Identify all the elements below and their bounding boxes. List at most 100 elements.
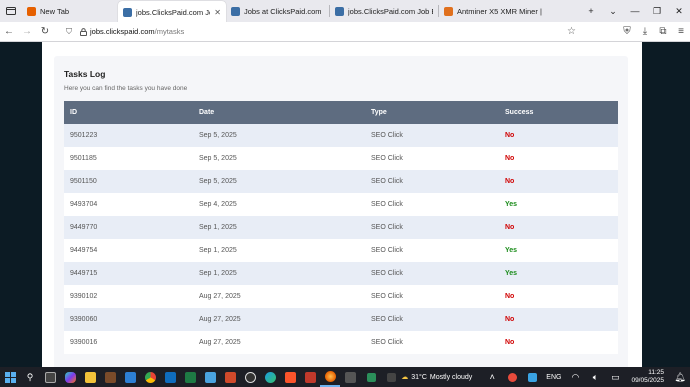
task-view-button[interactable] xyxy=(40,367,60,387)
list-all-tabs-button[interactable]: ⌄ xyxy=(602,0,624,22)
cell-success: No xyxy=(505,132,515,139)
tray-app-button-4[interactable] xyxy=(522,367,542,387)
globe-icon xyxy=(335,6,344,16)
new-tab-button[interactable]: + xyxy=(580,0,602,22)
globe-icon xyxy=(231,6,240,16)
tray-overflow-button[interactable]: ˄ xyxy=(482,367,502,387)
battery-icon: ▭ xyxy=(611,371,620,382)
page-viewport: Tasks Log Here you can find the tasks yo… xyxy=(0,42,690,367)
folder-icon xyxy=(84,371,96,383)
tray-app-icon xyxy=(366,372,376,382)
minimize-button[interactable]: — xyxy=(624,0,646,22)
table-row: 9390016 Aug 27, 2025 SEO Click No xyxy=(64,331,618,354)
network-button[interactable]: ◠ xyxy=(565,367,585,387)
bookmark-star-icon[interactable]: ☆ xyxy=(567,26,576,37)
app-button-3[interactable] xyxy=(240,367,260,387)
excel-button[interactable] xyxy=(180,367,200,387)
brave-button[interactable] xyxy=(280,367,300,387)
clock[interactable]: 11:25 09/05/2025 xyxy=(631,369,664,385)
back-button[interactable]: ← xyxy=(0,23,18,41)
tab-overview-icon xyxy=(6,7,16,15)
copilot-button[interactable] xyxy=(60,367,80,387)
reload-icon: ↻ xyxy=(40,26,50,37)
tab-label: jobs.ClicksPaid.com Job Extension xyxy=(348,6,433,16)
weather-widget[interactable]: ☁ 31°C Mostly cloudy xyxy=(401,373,472,382)
chrome-button[interactable] xyxy=(140,367,160,387)
cell-success: Yes xyxy=(505,201,518,208)
taskbar: ⚲ ☁ 31°C Mostly cloudy ˄ ENG ◠ 🔈︎ ▭ 11:2… xyxy=(0,367,690,387)
tab-new-tab[interactable]: New Tab xyxy=(22,1,118,21)
cell-success: No xyxy=(505,155,515,162)
tab-label: Jobs at ClicksPaid.com xyxy=(244,6,322,16)
table-row: 9501150 Sep 5, 2025 SEO Click No xyxy=(64,170,618,193)
forward-button[interactable]: → xyxy=(18,23,36,41)
maximize-button[interactable]: ❐ xyxy=(646,0,668,22)
cell-date: Sep 1, 2025 xyxy=(199,270,237,277)
start-button[interactable] xyxy=(0,367,20,387)
firefox-icon xyxy=(27,6,36,16)
search-button[interactable]: ⚲ xyxy=(20,367,40,387)
outlook-button[interactable] xyxy=(160,367,180,387)
reload-button[interactable]: ↻ xyxy=(36,23,54,41)
windows-logo-icon xyxy=(4,371,16,383)
app-button-5[interactable] xyxy=(340,367,360,387)
tab-overview-button[interactable] xyxy=(0,0,22,22)
app-button-4[interactable] xyxy=(300,367,320,387)
cell-type: SEO Click xyxy=(371,316,403,323)
photos-button[interactable] xyxy=(200,367,220,387)
cell-type: SEO Click xyxy=(371,178,403,185)
close-window-button[interactable]: ✕ xyxy=(668,0,690,22)
app-button-2[interactable] xyxy=(220,367,240,387)
tray-app-button-2[interactable] xyxy=(381,367,401,387)
app-icon xyxy=(344,371,356,383)
url-bar[interactable]: ⛉ jobs.clickspaid.com/mytasks xyxy=(62,24,532,40)
cell-date: Sep 1, 2025 xyxy=(199,224,237,231)
tab-jobs-at-clickspaid[interactable]: Jobs at ClicksPaid.com xyxy=(226,1,329,21)
cell-type: SEO Click xyxy=(371,270,403,277)
cell-type: SEO Click xyxy=(371,247,403,254)
table-row: 9501185 Sep 5, 2025 SEO Click No xyxy=(64,147,618,170)
notifications-button[interactable]: 🔔︎ xyxy=(670,367,690,387)
firefox-taskbar-button[interactable] xyxy=(320,367,340,387)
file-explorer-button[interactable] xyxy=(80,367,100,387)
page-subtitle: Here you can find the tasks you have don… xyxy=(64,85,188,92)
pocket-button[interactable]: ⛨ xyxy=(618,23,636,41)
tab-antminer[interactable]: Antminer X5 XMR Miner | No xyxy=(439,1,547,21)
cell-success: Yes xyxy=(505,247,518,254)
downloads-button[interactable]: ⤓ xyxy=(636,23,654,41)
copilot-icon xyxy=(64,371,76,383)
app-icon xyxy=(304,371,316,383)
cell-id: 9501150 xyxy=(70,178,97,185)
tray-app-icon xyxy=(507,372,517,382)
cell-id: 9449715 xyxy=(70,270,98,277)
extensions-button[interactable]: ⧉ xyxy=(654,23,672,41)
tab-jobs-panel[interactable]: jobs.ClicksPaid.com Jobs Panel ✕ xyxy=(118,1,226,23)
antminer-icon xyxy=(444,6,453,16)
chrome-icon xyxy=(144,371,156,383)
tasks-log-card: Tasks Log Here you can find the tasks yo… xyxy=(54,56,628,367)
brave-icon xyxy=(284,371,296,383)
store-button[interactable] xyxy=(120,367,140,387)
tracking-shield-icon: ⛉ xyxy=(66,26,72,36)
tab-label: Antminer X5 XMR Miner | No xyxy=(457,6,542,16)
tray-app-button[interactable] xyxy=(361,367,381,387)
menu-button[interactable]: ≡ xyxy=(672,23,690,41)
left-dark-panel xyxy=(0,42,42,367)
edge-button[interactable] xyxy=(260,367,280,387)
battery-button[interactable]: ▭ xyxy=(605,367,625,387)
url-host: jobs.clickspaid.com xyxy=(90,27,155,36)
volume-button[interactable]: 🔈︎ xyxy=(585,367,605,387)
cell-id: 9493704 xyxy=(70,201,98,208)
tray-app-button-3[interactable] xyxy=(502,367,522,387)
tab-job-extension[interactable]: jobs.ClicksPaid.com Job Extension xyxy=(330,1,438,21)
close-tab-icon[interactable]: ✕ xyxy=(210,8,221,17)
app-button[interactable] xyxy=(100,367,120,387)
excel-icon xyxy=(184,371,196,383)
language-indicator[interactable]: ENG xyxy=(546,374,561,381)
cloud-sun-icon: ☁ xyxy=(401,374,409,381)
minimize-icon: — xyxy=(630,6,640,16)
cell-id: 9449770 xyxy=(70,224,98,231)
task-view-icon xyxy=(44,371,56,383)
lock-icon xyxy=(76,27,90,36)
cell-success: Yes xyxy=(505,270,518,277)
